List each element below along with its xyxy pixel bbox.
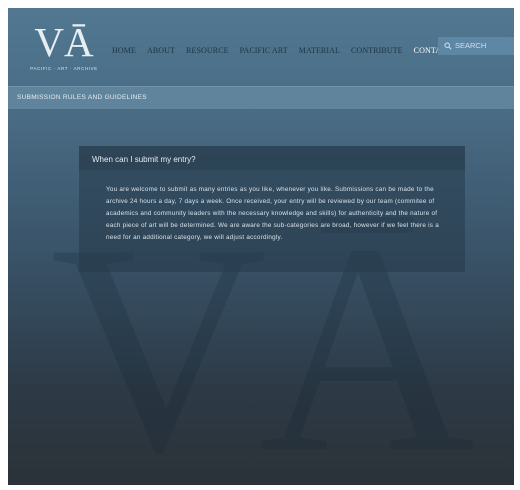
faq-question: When can I submit my entry? xyxy=(92,155,196,164)
faq-question-bar[interactable]: When can I submit my entry? xyxy=(79,146,465,170)
logo-title: VĀ xyxy=(34,19,94,65)
logo[interactable]: VĀ PACIFIC · ART · ARCHIVE xyxy=(30,20,102,78)
nav-about[interactable]: ABOUT xyxy=(147,45,175,57)
search-icon xyxy=(444,42,452,50)
nav-contribute[interactable]: CONTRIBUTE xyxy=(351,45,403,57)
section-bar: SUBMISSION RULES AND GUIDELINES xyxy=(8,86,514,109)
nav-material[interactable]: MATERIAL xyxy=(299,45,340,57)
faq-item: When can I submit my entry? You are welc… xyxy=(79,146,465,272)
faq-answer: You are welcome to submit as many entrie… xyxy=(106,186,439,242)
search-input[interactable]: SEARCH xyxy=(438,37,514,55)
section-title: SUBMISSION RULES AND GUIDELINES xyxy=(17,94,147,101)
logo-subtitle: PACIFIC · ART · ARCHIVE xyxy=(30,66,98,71)
nav-pacific-art[interactable]: PACIFIC ART xyxy=(240,45,288,57)
nav-home[interactable]: HOME xyxy=(112,45,136,57)
nav-resource[interactable]: RESOURCE xyxy=(186,45,229,57)
site-header: VĀ PACIFIC · ART · ARCHIVE HOME ABOUT RE… xyxy=(8,8,514,82)
page: VĀ VĀ PACIFIC · ART · ARCHIVE HOME ABOUT… xyxy=(8,8,514,485)
main-nav: HOME ABOUT RESOURCE PACIFIC ART MATERIAL… xyxy=(112,40,459,57)
search-placeholder: SEARCH xyxy=(455,41,487,50)
